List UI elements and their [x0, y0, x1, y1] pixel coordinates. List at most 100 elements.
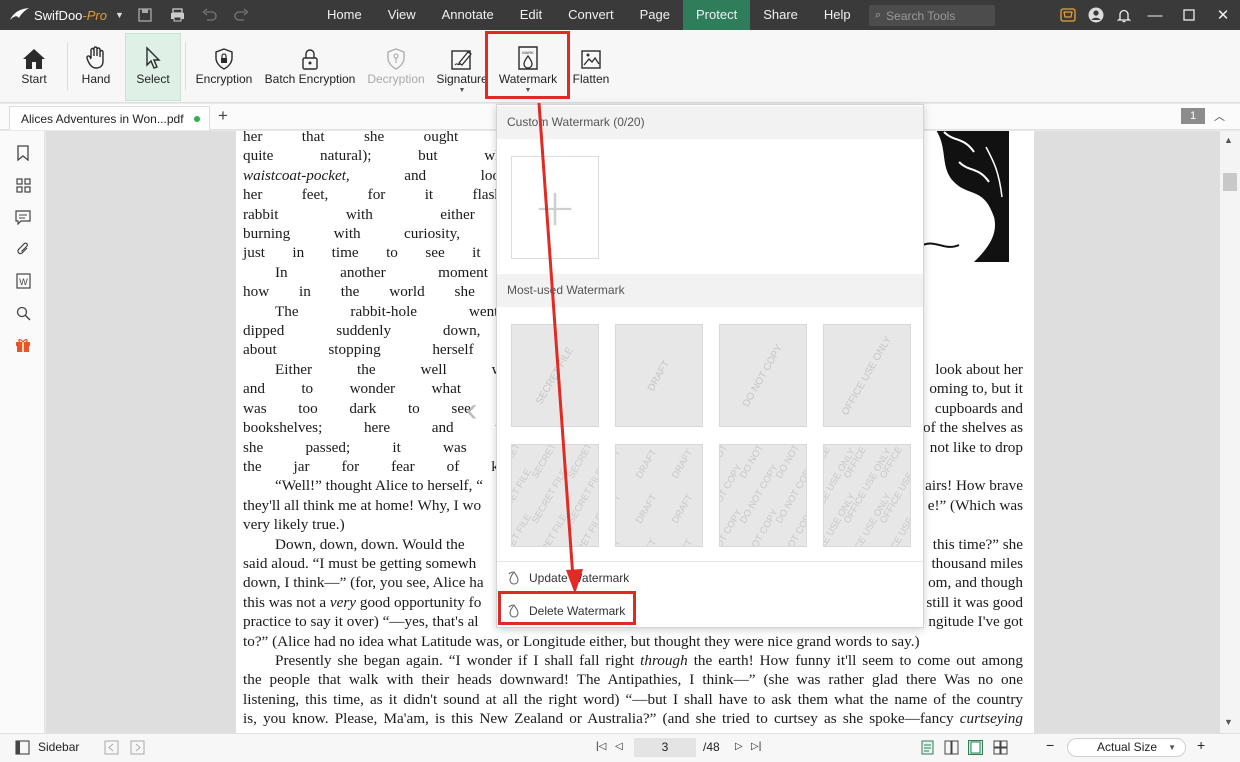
save-icon[interactable]	[136, 8, 154, 22]
watermark-preset-office-use-only-tiled[interactable]: OFFICE USE ONLYOFFICE USE ONLYOFFICE USE…	[823, 444, 911, 547]
left-sidebar: W	[0, 131, 45, 733]
batch-encryption-button[interactable]: Batch Encryption	[263, 34, 357, 100]
signature-chevron-down-icon[interactable]: ▼	[459, 87, 466, 94]
menu-home[interactable]: Home	[314, 0, 375, 30]
maximize-icon[interactable]	[1172, 0, 1206, 30]
menu-help[interactable]: Help	[811, 0, 864, 30]
hand-tool-button[interactable]: Hand	[78, 34, 114, 100]
document-tab[interactable]: Alices Adventures in Won...pdf	[9, 106, 210, 130]
decryption-button[interactable]: Decryption	[366, 34, 426, 100]
menu-edit[interactable]: Edit	[507, 0, 555, 30]
watermark-preset-draft[interactable]: DRAFT	[615, 324, 703, 427]
undo-icon[interactable]	[200, 8, 218, 22]
menu-view[interactable]: View	[375, 0, 429, 30]
watermark-tile-text: DRAFT	[615, 447, 624, 481]
gift-icon[interactable]	[13, 335, 33, 355]
first-page-icon[interactable]: |◁	[596, 741, 606, 752]
zoom-select[interactable]: Actual Size ▼	[1067, 738, 1186, 757]
text-line: down, I think—” (for, you see, Alice ha	[243, 574, 484, 592]
scroll-up-icon[interactable]: ▲	[1224, 135, 1233, 145]
cart-icon[interactable]	[1054, 0, 1082, 30]
last-page-icon[interactable]: ▷|	[751, 741, 761, 752]
watermark-preset-draft-tiled[interactable]: DRAFT DRAFT DRAFT DRAFT DRAFT DRAFT DRAFT DRAFT…	[615, 444, 703, 547]
signature-button[interactable]: Signature ▼	[435, 34, 489, 100]
previous-page-icon[interactable]: ◁	[615, 741, 623, 752]
menu-convert[interactable]: Convert	[555, 0, 627, 30]
flatten-label: Flatten	[572, 72, 610, 86]
continuous-view-icon[interactable]	[968, 740, 983, 755]
search-tools-input[interactable]: ⌕ Search Tools	[869, 5, 995, 26]
next-page-icon[interactable]: ▷	[735, 741, 743, 752]
main-menu: Home View Annotate Edit Convert Page Pro…	[314, 0, 864, 30]
watermark-tile-text: DRAFT	[670, 538, 695, 546]
start-button[interactable]: Start	[16, 34, 52, 100]
collapse-chevron-up-icon[interactable]: ︿	[1214, 108, 1225, 124]
zoom-in-icon[interactable]: +	[1197, 737, 1205, 753]
nav-forward-icon[interactable]	[130, 740, 145, 755]
user-icon[interactable]	[1082, 0, 1110, 30]
redo-icon[interactable]	[232, 8, 250, 22]
zoom-out-icon[interactable]: −	[1046, 737, 1054, 753]
text-line: they'll all think me at home! Why, I wo	[243, 496, 482, 514]
app-menu-chevron-icon[interactable]: ▼	[115, 10, 124, 20]
thumbnails-grid-icon[interactable]	[13, 175, 33, 195]
app-logo[interactable]: SwifDoo-Pro ▼	[0, 6, 128, 24]
text-fragment: not like to drop	[929, 438, 1023, 456]
menu-annotate[interactable]: Annotate	[429, 0, 507, 30]
text-line: “Well!” thought Alice to herself, “	[275, 477, 483, 495]
text-line: practice to say it over) “—yes, that's a…	[243, 613, 479, 631]
text-line: the people that walk with their heads do…	[243, 671, 1023, 689]
app-name: SwifDoo-Pro	[34, 7, 107, 23]
update-watermark-label: Update Watermark	[529, 571, 630, 585]
bookmark-icon[interactable]	[13, 143, 33, 163]
svg-text:W: W	[19, 277, 28, 287]
update-watermark-button[interactable]: Update Watermark	[507, 567, 629, 589]
watermark-preset-secret-file[interactable]: SECRET FILE	[511, 324, 599, 427]
menu-page[interactable]: Page	[627, 0, 683, 30]
select-tool-button[interactable]: Select	[125, 33, 181, 101]
notification-bell-icon[interactable]	[1110, 0, 1138, 30]
watermark-tile-text: DRAFT	[634, 447, 660, 481]
menu-protect[interactable]: Protect	[683, 0, 751, 30]
watermark-preset-do-not-copy[interactable]: DO NOT COPY	[719, 324, 807, 427]
single-page-view-icon[interactable]	[920, 740, 935, 755]
scroll-down-icon[interactable]: ▼	[1224, 717, 1233, 727]
sidebar-toggle-icon[interactable]	[15, 740, 30, 755]
new-tab-plus-icon[interactable]: +	[218, 106, 228, 126]
previous-page-chevron-icon[interactable]: ‹	[466, 391, 477, 430]
encryption-label: Encryption	[195, 72, 253, 86]
watermark-tile-text: DRAFT	[615, 492, 624, 526]
scrollbar-thumb[interactable]	[1223, 173, 1237, 191]
attachment-paperclip-icon[interactable]	[13, 239, 33, 259]
search-placeholder: Search Tools	[886, 8, 956, 23]
watermark-preset-secret-file-tiled[interactable]: SECRET FILESECRET FILESECRET FILESECRET …	[511, 444, 599, 547]
signature-label: Signature	[436, 72, 488, 86]
print-icon[interactable]	[168, 8, 186, 22]
minimize-icon[interactable]: —	[1138, 0, 1172, 30]
watermark-preset-do-not-copy-tiled[interactable]: DO NOT COPYDO NOT COPYDO NOT COPYDO NOT …	[719, 444, 807, 547]
watermark-dropdown: Custom Watermark (0/20) + Most-used Wate…	[496, 104, 924, 628]
book-view-icon[interactable]	[993, 740, 1008, 755]
nav-back-icon[interactable]	[104, 740, 119, 755]
zoom-chevron-down-icon: ▼	[1168, 743, 1176, 752]
watermark-tile-text: DRAFT	[634, 492, 660, 526]
encryption-button[interactable]: Encryption	[194, 34, 254, 100]
flatten-button[interactable]: Flatten	[572, 34, 610, 100]
menu-share[interactable]: Share	[750, 0, 811, 30]
sidebar-label[interactable]: Sidebar	[38, 740, 79, 754]
text-line: said aloud. “I must be getting somewh	[243, 554, 477, 572]
unsaved-indicator	[194, 116, 200, 122]
close-icon[interactable]: ✕	[1206, 0, 1240, 30]
two-page-view-icon[interactable]	[944, 740, 959, 755]
update-watermark-icon	[508, 571, 519, 585]
search-icon[interactable]	[13, 303, 33, 323]
text-fragment: still it was good	[926, 593, 1023, 611]
add-custom-watermark-button[interactable]: +	[511, 156, 599, 259]
word-count-icon[interactable]: W	[13, 271, 33, 291]
custom-watermark-header: Custom Watermark (0/20)	[497, 106, 923, 139]
vertical-scrollbar[interactable]: ▲ ▼	[1220, 131, 1240, 733]
text-fragment: e!” (Which was	[927, 496, 1023, 514]
page-number-input[interactable]: 3	[634, 738, 696, 757]
comment-icon[interactable]	[13, 207, 33, 227]
watermark-preset-office-use-only[interactable]: OFFICE USE ONLY	[823, 324, 911, 427]
